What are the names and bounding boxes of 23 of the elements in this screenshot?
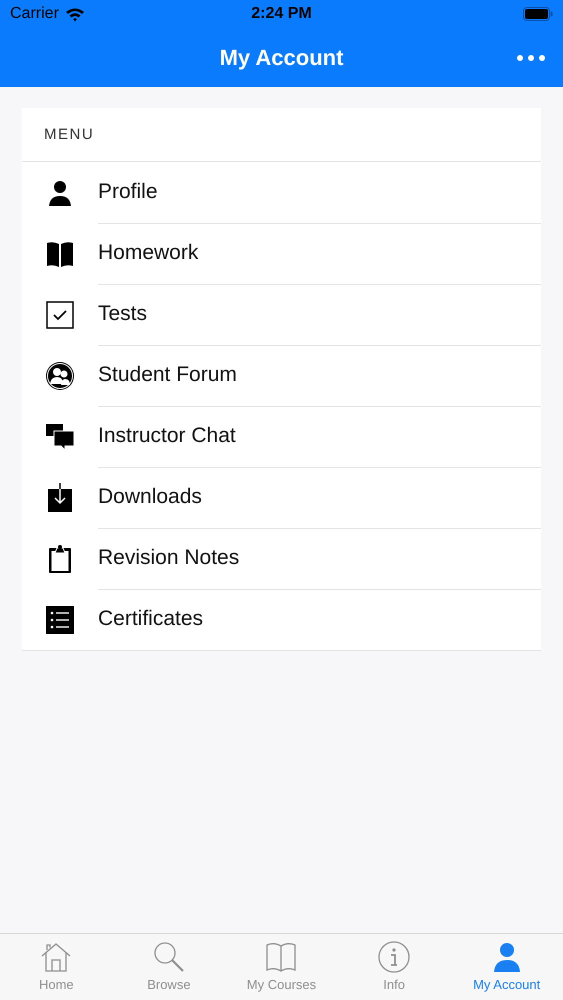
search-icon (152, 940, 186, 974)
menu-item[interactable]: Student Forum (98, 363, 237, 387)
screen-title: My Account (220, 44, 344, 70)
book-icon (264, 940, 298, 974)
wifi-icon (64, 6, 85, 22)
list-icon (45, 604, 75, 634)
menu-item[interactable]: Instructor Chat (98, 424, 236, 448)
menu-item[interactable]: Revision Notes (98, 546, 240, 570)
chat-icon (45, 422, 75, 452)
section-header: MENU (44, 126, 94, 143)
menu-item[interactable]: Homework (98, 241, 198, 265)
menu-item[interactable]: Certificates (98, 607, 204, 631)
carrier-name: Carrier (10, 5, 59, 23)
menu-item[interactable]: Profile (98, 180, 158, 204)
group-icon (45, 360, 75, 390)
menu-item[interactable]: Downloads (98, 485, 202, 509)
info-icon (377, 940, 412, 974)
tab-item[interactable]: My Account (450, 934, 563, 1000)
status-time: 2:24 PM (251, 5, 312, 23)
checkbox-icon (45, 300, 75, 330)
menu-item[interactable]: Tests (98, 302, 148, 326)
download-icon (45, 482, 75, 512)
battery-icon (523, 7, 553, 21)
